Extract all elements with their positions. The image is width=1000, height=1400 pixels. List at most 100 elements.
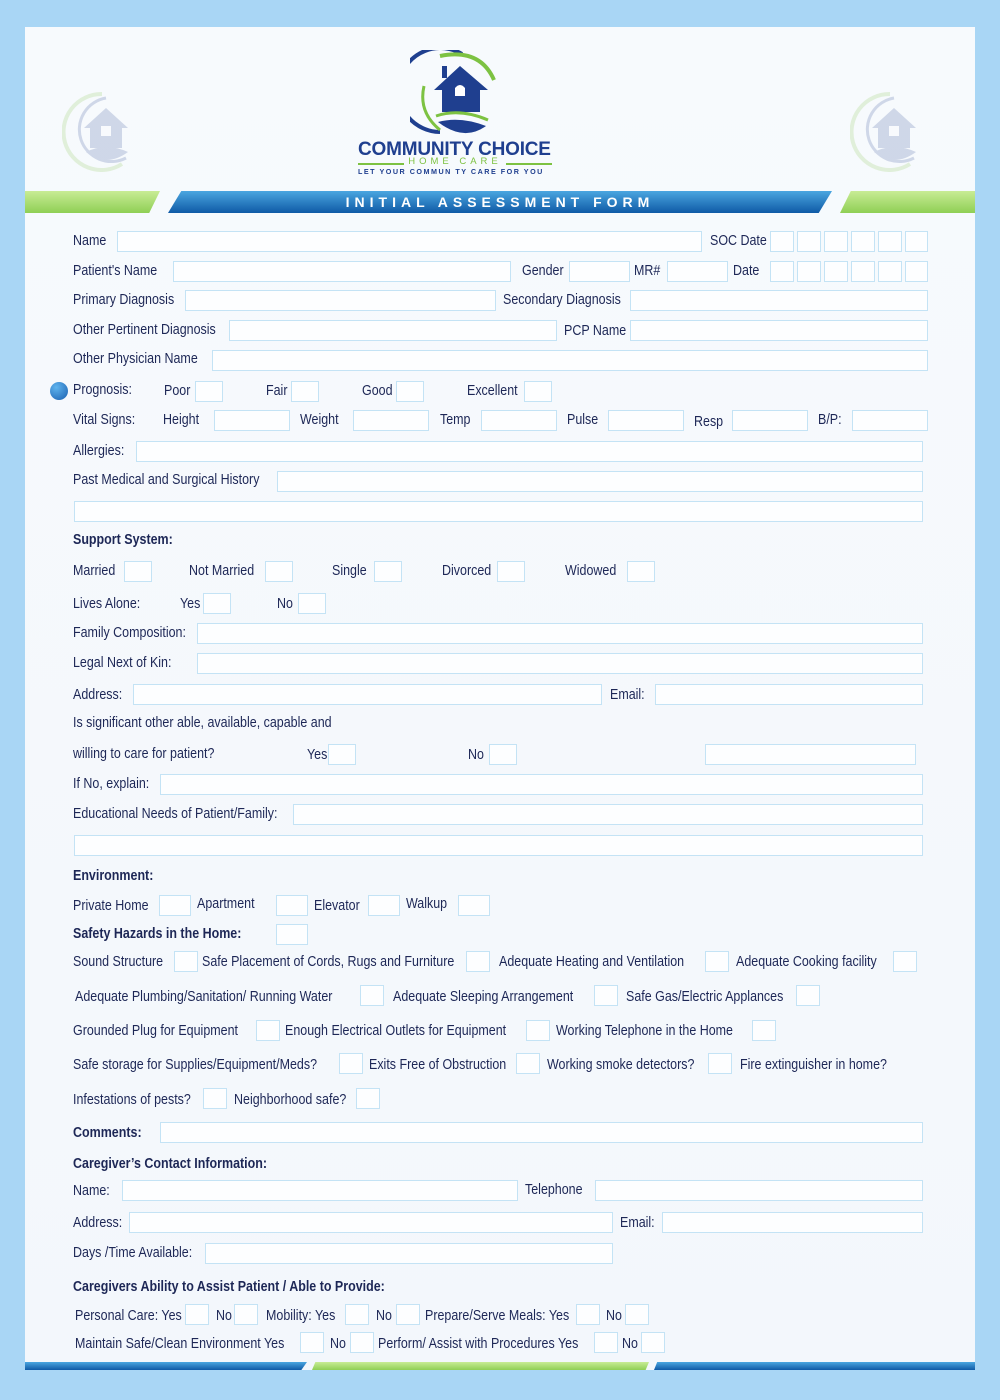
personal-care-no-checkbox[interactable] <box>234 1304 258 1325</box>
meals-yes-checkbox[interactable] <box>576 1304 600 1325</box>
prognosis-poor-checkbox[interactable] <box>195 381 223 402</box>
past-medical-field-line-2[interactable] <box>74 501 923 522</box>
widowed-checkbox[interactable] <box>627 561 655 582</box>
hazard-grounded-plug-checkbox[interactable] <box>256 1020 280 1041</box>
caregiver-name-field[interactable] <box>122 1180 518 1201</box>
allergies-label: Allergies: <box>73 443 125 459</box>
date-digit-1[interactable] <box>770 261 794 282</box>
meals-no-checkbox[interactable] <box>625 1304 649 1325</box>
educational-needs-field-line-2[interactable] <box>74 835 923 856</box>
prognosis-excellent-checkbox[interactable] <box>524 381 552 402</box>
caregiver-address-field[interactable] <box>129 1212 613 1233</box>
personal-care-yes-checkbox[interactable] <box>185 1304 209 1325</box>
significant-other-label-2: willing to care for patient? <box>73 746 215 762</box>
elevator-label: Elevator <box>314 898 360 914</box>
elevator-checkbox[interactable] <box>368 895 400 916</box>
next-of-kin-field[interactable] <box>197 653 923 674</box>
hazard-smoke-detectors-label: Working smoke detectors? <box>547 1057 695 1073</box>
hazard-smoke-detectors-checkbox[interactable] <box>708 1053 732 1074</box>
other-pertinent-field[interactable] <box>229 320 557 341</box>
safe-env-yes-checkbox[interactable] <box>300 1332 324 1353</box>
prognosis-fair-checkbox[interactable] <box>291 381 319 402</box>
not-married-checkbox[interactable] <box>265 561 293 582</box>
soc-date-digit-4[interactable] <box>851 231 875 252</box>
allergies-field[interactable] <box>136 441 923 462</box>
safe-env-no-checkbox[interactable] <box>350 1332 374 1353</box>
hazard-telephone-checkbox[interactable] <box>752 1020 776 1041</box>
significant-other-extra-field[interactable] <box>705 744 916 765</box>
hazard-sound-structure-checkbox[interactable] <box>174 951 198 972</box>
hazard-grounded-plug-label: Grounded Plug for Equipment <box>73 1023 238 1039</box>
soc-date-digit-2[interactable] <box>797 231 821 252</box>
soc-date-digit-3[interactable] <box>824 231 848 252</box>
hazard-neighborhood-checkbox[interactable] <box>356 1088 380 1109</box>
significant-other-no-checkbox[interactable] <box>489 744 517 765</box>
hazard-cords-checkbox[interactable] <box>466 951 490 972</box>
address-field[interactable] <box>133 684 602 705</box>
secondary-diagnosis-field[interactable] <box>630 290 928 311</box>
primary-diagnosis-field[interactable] <box>185 290 496 311</box>
procedures-no-checkbox[interactable] <box>641 1332 665 1353</box>
divorced-checkbox[interactable] <box>497 561 525 582</box>
significant-other-yes-checkbox[interactable] <box>328 744 356 765</box>
safe-env-yes-label: Maintain Safe/Clean Environment Yes <box>75 1336 285 1352</box>
hazard-gas-electric-checkbox[interactable] <box>796 985 820 1006</box>
height-field[interactable] <box>214 410 290 431</box>
date-digit-6[interactable] <box>905 261 928 282</box>
bp-field[interactable] <box>852 410 928 431</box>
temp-field[interactable] <box>481 410 557 431</box>
married-label: Married <box>73 563 116 579</box>
hazard-cooking-label: Adequate Cooking facility <box>736 954 877 970</box>
mobility-no-checkbox[interactable] <box>396 1304 420 1325</box>
caregiver-email-field[interactable] <box>662 1212 923 1233</box>
past-medical-field[interactable] <box>277 471 923 492</box>
date-digit-5[interactable] <box>878 261 902 282</box>
soc-date-digit-5[interactable] <box>878 231 902 252</box>
email-field[interactable] <box>655 684 923 705</box>
hazard-plumbing-checkbox[interactable] <box>360 985 384 1006</box>
apartment-checkbox[interactable] <box>276 895 308 916</box>
safety-hazards-checkbox[interactable] <box>276 924 308 945</box>
gender-field[interactable] <box>569 261 630 282</box>
mobility-yes-checkbox[interactable] <box>345 1304 369 1325</box>
footer-bar-right <box>654 1362 975 1370</box>
lives-alone-yes-checkbox[interactable] <box>203 593 231 614</box>
single-checkbox[interactable] <box>374 561 402 582</box>
procedures-yes-checkbox[interactable] <box>594 1332 618 1353</box>
educational-needs-field[interactable] <box>293 804 923 825</box>
hazard-telephone-label: Working Telephone in the Home <box>556 1023 733 1039</box>
hazard-sleeping-checkbox[interactable] <box>594 985 618 1006</box>
pcp-name-field[interactable] <box>630 320 928 341</box>
hazard-cooking-checkbox[interactable] <box>893 951 917 972</box>
soc-date-digit-1[interactable] <box>770 231 794 252</box>
lives-alone-no-checkbox[interactable] <box>298 593 326 614</box>
other-physician-field[interactable] <box>212 350 928 371</box>
date-digit-2[interactable] <box>797 261 821 282</box>
soc-date-label: SOC Date <box>710 233 767 249</box>
date-digit-4[interactable] <box>851 261 875 282</box>
patients-name-field[interactable] <box>173 261 511 282</box>
days-time-field[interactable] <box>205 1243 613 1264</box>
caregiver-telephone-field[interactable] <box>595 1180 923 1201</box>
soc-date-digit-6[interactable] <box>905 231 928 252</box>
walkup-checkbox[interactable] <box>458 895 490 916</box>
if-no-explain-field[interactable] <box>160 774 923 795</box>
resp-field[interactable] <box>732 410 808 431</box>
hazard-pests-checkbox[interactable] <box>203 1088 227 1109</box>
comments-field[interactable] <box>160 1122 923 1143</box>
pulse-field[interactable] <box>608 410 684 431</box>
name-field[interactable] <box>117 231 702 252</box>
hazard-storage-checkbox[interactable] <box>339 1053 363 1074</box>
mr-field[interactable] <box>667 261 728 282</box>
married-checkbox[interactable] <box>124 561 152 582</box>
weight-field[interactable] <box>353 410 429 431</box>
private-home-checkbox[interactable] <box>159 895 191 916</box>
hazard-heating-checkbox[interactable] <box>705 951 729 972</box>
hazard-exits-checkbox[interactable] <box>516 1053 540 1074</box>
prognosis-good-checkbox[interactable] <box>396 381 424 402</box>
family-composition-field[interactable] <box>197 623 923 644</box>
environment-heading: Environment: <box>73 868 154 884</box>
date-digit-3[interactable] <box>824 261 848 282</box>
comments-label: Comments: <box>73 1125 142 1141</box>
hazard-outlets-checkbox[interactable] <box>526 1020 550 1041</box>
